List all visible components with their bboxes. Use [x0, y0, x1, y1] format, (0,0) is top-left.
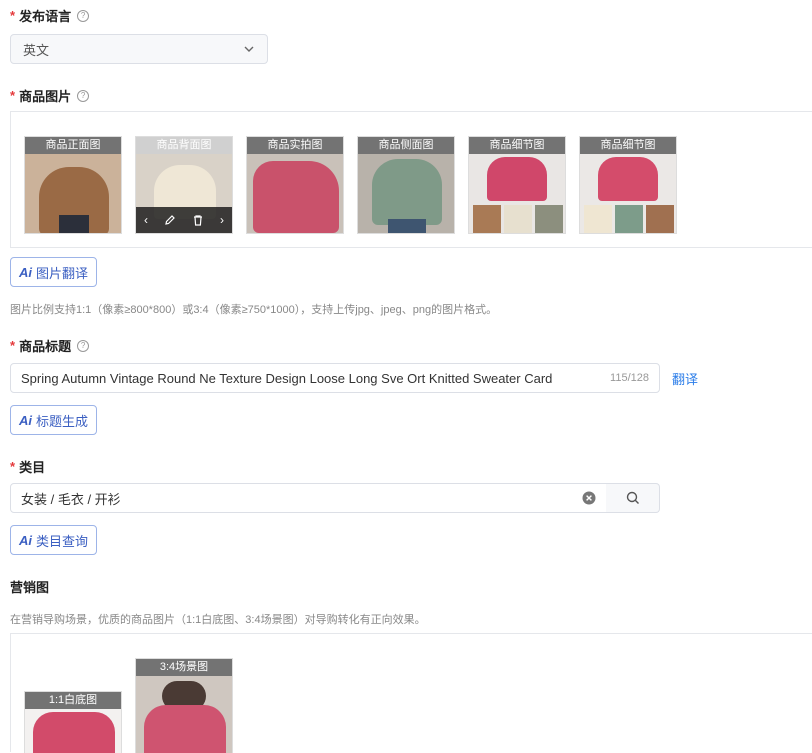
marketing-panel: 1:1白底图 3:4场景图 [10, 633, 812, 753]
images-label: * 商品图片 ? [10, 86, 90, 105]
product-image-5[interactable]: 商品细节图 [468, 136, 566, 234]
images-panel: 商品正面图 商品背面图 ‹ › 商品实拍图 商品侧面图 商品细节图 商品细节图 [10, 111, 812, 248]
translate-link[interactable]: 翻译 [672, 369, 698, 388]
title-input[interactable]: Spring Autumn Vintage Round Ne Texture D… [10, 363, 660, 393]
category-search-button[interactable] [606, 483, 660, 513]
marketing-image-scene[interactable]: 3:4场景图 [135, 658, 233, 753]
help-icon[interactable]: ? [77, 89, 90, 102]
image-hint: 图片比例支持1:1（像素≥800*800）或3:4（像素≥750*1000），支… [10, 304, 498, 316]
title-counter: 115/128 [610, 372, 649, 384]
help-icon[interactable]: ? [77, 339, 90, 352]
edit-icon[interactable] [164, 214, 176, 226]
title-label: * 商品标题 ? [10, 336, 90, 355]
category-label: * 类目 [10, 459, 46, 475]
required-mark: * [10, 459, 16, 474]
category-input[interactable]: 女装 / 毛衣 / 开衫 [10, 483, 607, 513]
required-mark: * [10, 8, 16, 23]
prev-icon[interactable]: ‹ [144, 213, 148, 227]
search-icon [626, 491, 639, 504]
category-query-button[interactable]: Ai 类目查询 [10, 525, 98, 555]
clear-icon[interactable] [582, 491, 596, 505]
image-translate-button[interactable]: Ai 图片翻译 [10, 257, 98, 287]
required-mark: * [10, 338, 16, 353]
image-toolbar: ‹ › [136, 207, 232, 233]
product-image-2[interactable]: 商品背面图 ‹ › [135, 136, 233, 234]
chevron-down-icon [244, 46, 254, 52]
delete-icon[interactable] [192, 214, 204, 226]
marketing-hint: 在营销导购场景，优质的商品图片（1:1白底图、3:4场景图）对导购转化有正向效果… [10, 614, 426, 626]
product-image-3[interactable]: 商品实拍图 [246, 136, 344, 234]
product-image-1[interactable]: 商品正面图 [24, 136, 122, 234]
product-image-4[interactable]: 商品侧面图 [357, 136, 455, 234]
marketing-image-white-bg[interactable]: 1:1白底图 [24, 691, 122, 753]
language-label: * 发布语言 ? [10, 6, 90, 25]
next-icon[interactable]: › [220, 213, 224, 227]
help-icon[interactable]: ? [77, 9, 90, 22]
marketing-label: 营销图 [10, 580, 50, 595]
product-image-6[interactable]: 商品细节图 [579, 136, 677, 234]
title-generate-button[interactable]: Ai 标题生成 [10, 405, 98, 435]
language-select[interactable]: 英文 [10, 34, 268, 64]
required-mark: * [10, 88, 16, 103]
